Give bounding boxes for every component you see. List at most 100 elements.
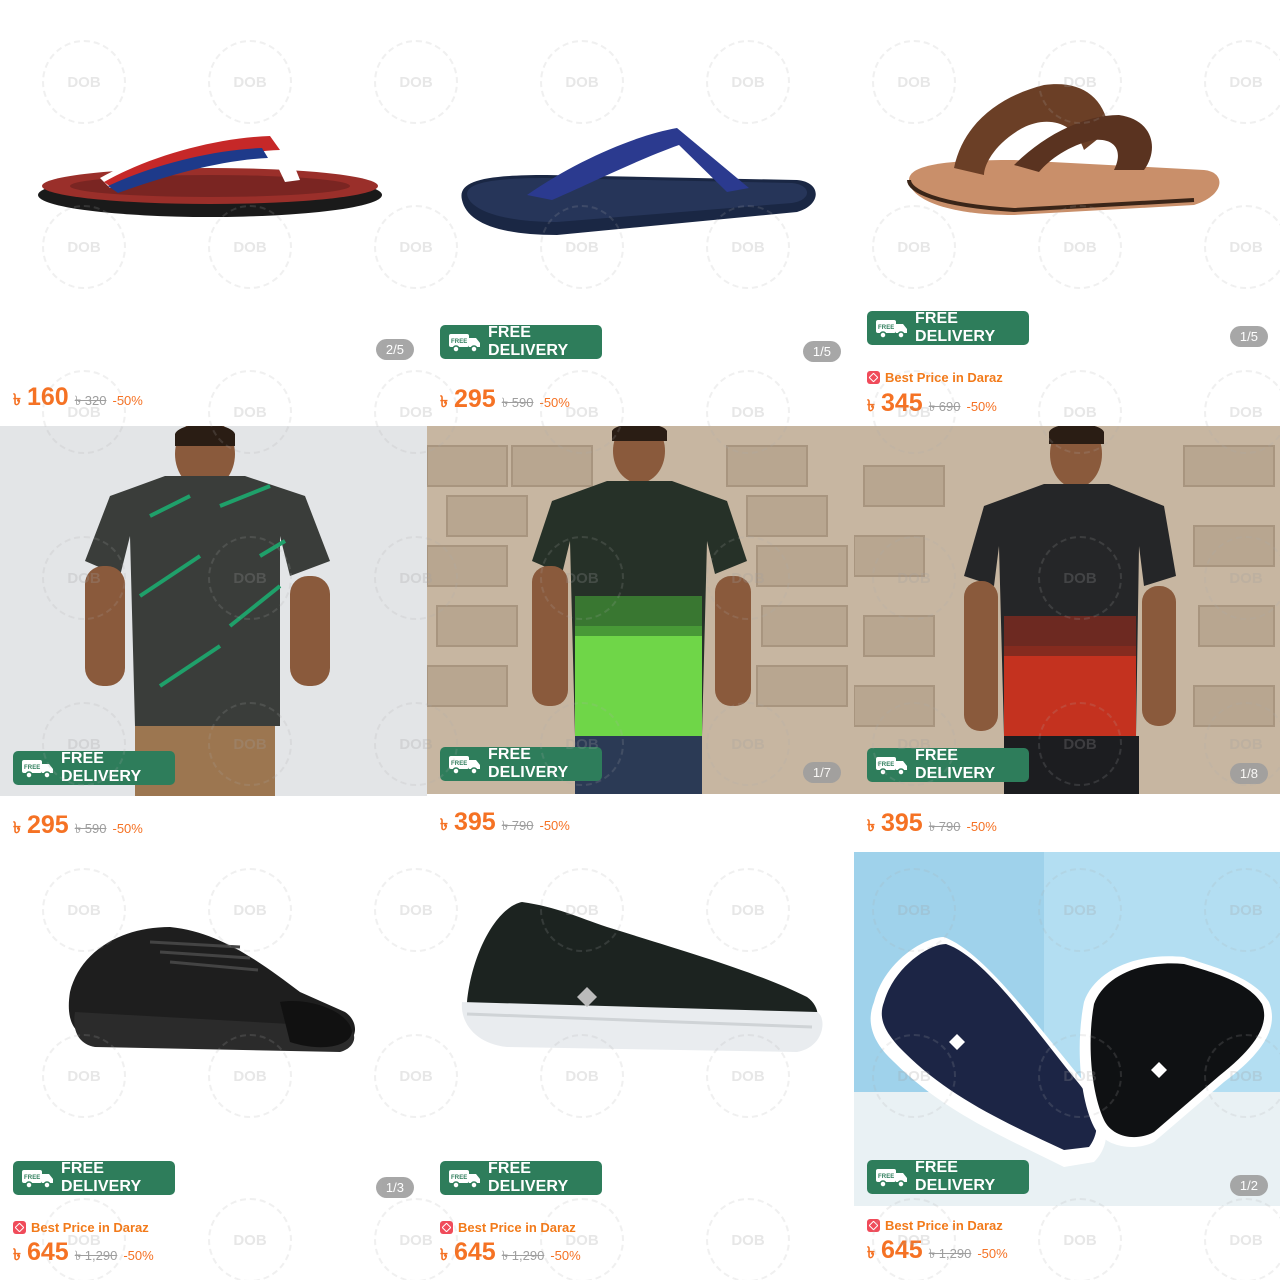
product-image[interactable] — [427, 426, 854, 794]
original-price: ৳ 590 — [74, 821, 107, 836]
free-delivery-label: FREE DELIVERY — [915, 747, 996, 782]
tshirt-image — [854, 426, 1280, 794]
currency-symbol: ৳ — [13, 820, 21, 837]
truck-icon: FREE — [22, 1170, 53, 1189]
price: 295 — [453, 385, 496, 413]
currency-symbol: ৳ — [440, 1247, 448, 1264]
best-price-icon — [867, 371, 880, 384]
image-counter: 2/5 — [375, 339, 414, 360]
truck-icon: FREE — [876, 1169, 907, 1188]
currency-symbol: ৳ — [440, 394, 448, 411]
product-image[interactable] — [0, 426, 427, 796]
price: 395 — [453, 808, 496, 836]
free-tag: FREE — [878, 1174, 894, 1180]
product-image[interactable] — [0, 852, 427, 1208]
best-price-label: Best Price in Daraz — [885, 370, 1003, 385]
best-price-label: Best Price in Daraz — [885, 1218, 1003, 1233]
product-card[interactable]: FREE FREE DELIVERY 1/2 Best Price in Dar… — [854, 852, 1280, 1280]
free-delivery-label: FREE DELIVERY — [488, 324, 569, 359]
product-card[interactable]: FREE FREE DELIVERY Best Price in Daraz ৳… — [427, 852, 854, 1280]
slip-on-pair-image — [854, 852, 1280, 1206]
currency-symbol: ৳ — [440, 817, 448, 834]
free-delivery-label: FREE DELIVERY — [61, 750, 142, 785]
free-delivery-label: FREE DELIVERY — [915, 1159, 996, 1194]
discount: -50% — [966, 819, 997, 834]
free-delivery-badge: FREE FREE DELIVERY — [13, 1160, 175, 1195]
original-price: ৳ 790 — [928, 819, 961, 834]
discount: -50% — [550, 1248, 581, 1263]
free-tag: FREE — [24, 765, 40, 771]
price: 645 — [26, 1238, 69, 1266]
price-row: ৳ 160 ৳ 320 -50% — [13, 383, 143, 414]
currency-symbol: ৳ — [867, 818, 875, 835]
best-price-tag: Best Price in Daraz — [13, 1220, 149, 1235]
discount: -50% — [977, 1246, 1008, 1261]
product-image[interactable] — [0, 0, 427, 370]
truck-icon: FREE — [22, 760, 53, 779]
best-price-icon — [867, 1219, 880, 1232]
best-price-tag: Best Price in Daraz — [440, 1220, 576, 1235]
currency-symbol: ৳ — [13, 392, 21, 409]
price: 345 — [880, 389, 923, 417]
price-row: ৳ 345 ৳ 690 -50% — [867, 389, 997, 420]
discount: -50% — [112, 821, 143, 836]
free-delivery-label: FREE DELIVERY — [488, 1160, 569, 1195]
product-card[interactable]: FREE FREE DELIVERY 1/5 ৳ 295 ৳ 590 -50% — [427, 0, 854, 426]
image-counter: 1/3 — [375, 1177, 414, 1198]
price: 395 — [880, 809, 923, 837]
free-delivery-label: FREE DELIVERY — [61, 1160, 142, 1195]
product-card[interactable]: FREE FREE DELIVERY 1/8 ৳ 395 ৳ 790 -50% — [854, 426, 1280, 852]
free-tag: FREE — [451, 761, 467, 767]
discount: -50% — [539, 818, 570, 833]
price: 295 — [26, 811, 69, 839]
discount: -50% — [112, 393, 143, 408]
product-card[interactable]: FREE FREE DELIVERY 1/5 Best Price in Dar… — [854, 0, 1280, 426]
price: 645 — [880, 1236, 923, 1264]
truck-icon: FREE — [449, 334, 480, 353]
best-price-icon — [13, 1221, 26, 1234]
price-row: ৳ 395 ৳ 790 -50% — [440, 808, 570, 839]
free-delivery-label: FREE DELIVERY — [488, 746, 569, 781]
discount: -50% — [966, 399, 997, 414]
sneaker-image — [68, 927, 356, 1052]
discount: -50% — [539, 395, 570, 410]
price-row: ৳ 645 ৳ 1,290 -50% — [13, 1238, 154, 1269]
truck-icon: FREE — [449, 1170, 480, 1189]
free-delivery-badge: FREE FREE DELIVERY — [867, 310, 1029, 345]
original-price: ৳ 1,290 — [74, 1248, 118, 1263]
product-image[interactable] — [427, 852, 854, 1208]
free-delivery-badge: FREE FREE DELIVERY — [440, 746, 602, 781]
price-row: ৳ 295 ৳ 590 -50% — [13, 811, 143, 842]
flip-flop-image — [38, 130, 382, 217]
free-delivery-badge: FREE FREE DELIVERY — [867, 1159, 1029, 1194]
price-row: ৳ 645 ৳ 1,290 -50% — [440, 1238, 581, 1269]
product-card[interactable]: FREE FREE DELIVERY 1/7 ৳ 395 ৳ 790 -50% — [427, 426, 854, 852]
product-image[interactable] — [854, 852, 1280, 1206]
best-price-tag: Best Price in Daraz — [867, 370, 1003, 385]
free-tag: FREE — [451, 1175, 467, 1181]
original-price: ৳ 690 — [928, 399, 961, 414]
product-card[interactable]: FREE FREE DELIVERY 1/3 Best Price in Dar… — [0, 852, 427, 1280]
free-delivery-badge: FREE FREE DELIVERY — [13, 750, 175, 785]
product-card[interactable]: FREE FREE DELIVERY ৳ 295 ৳ 590 -50% — [0, 426, 427, 852]
slip-on-image — [461, 902, 823, 1052]
product-image[interactable] — [854, 426, 1280, 794]
original-price: ৳ 590 — [501, 395, 534, 410]
image-counter: 1/5 — [802, 341, 841, 362]
image-counter: 1/2 — [1229, 1175, 1268, 1196]
tshirt-image — [0, 426, 427, 796]
price: 160 — [26, 383, 69, 411]
currency-symbol: ৳ — [13, 1247, 21, 1264]
image-counter: 1/7 — [802, 762, 841, 783]
free-delivery-badge: FREE FREE DELIVERY — [867, 747, 1029, 782]
best-price-label: Best Price in Daraz — [458, 1220, 576, 1235]
original-price: ৳ 320 — [74, 393, 107, 408]
product-card[interactable]: 2/5 ৳ 160 ৳ 320 -50% — [0, 0, 427, 426]
truck-icon: FREE — [876, 320, 907, 339]
best-price-label: Best Price in Daraz — [31, 1220, 149, 1235]
best-price-tag: Best Price in Daraz — [867, 1218, 1003, 1233]
product-image[interactable] — [427, 0, 854, 370]
free-delivery-badge: FREE FREE DELIVERY — [440, 1160, 602, 1195]
free-tag: FREE — [878, 325, 894, 331]
truck-icon: FREE — [876, 757, 907, 776]
